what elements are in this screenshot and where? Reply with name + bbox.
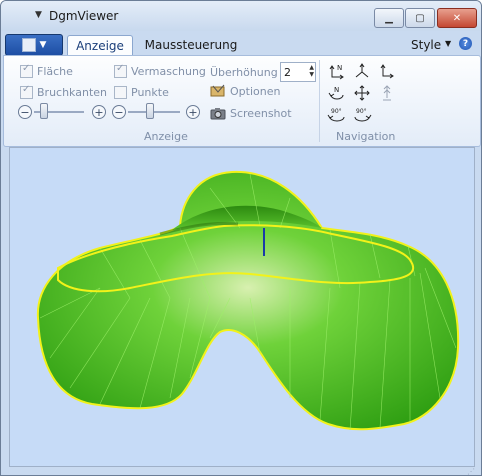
title-bar: ▼ DgmViewer ▁ ▢ ✕ <box>1 1 481 31</box>
minimize-icon: ▁ <box>385 12 393 24</box>
ribbon-tab-row: ▼ Anzeige Maussteuerung Style ▼ ? <box>1 31 481 56</box>
svg-text:N: N <box>334 86 339 94</box>
tab-anzeige[interactable]: Anzeige <box>67 35 133 56</box>
checkbox-label: Bruchkanten <box>37 86 108 99</box>
axes-2d-button[interactable] <box>377 62 397 80</box>
terrain-3d-view[interactable] <box>9 147 475 467</box>
checkbox-box[interactable] <box>20 84 33 99</box>
ueberhoehung-label: Überhöhung <box>210 66 278 79</box>
quick-access-menu-icon[interactable]: ▼ <box>35 10 42 20</box>
slider-right-thumb[interactable] <box>146 103 154 119</box>
pan-icon <box>354 85 370 101</box>
chevron-down-icon: ▼ <box>39 40 47 50</box>
document-icon <box>21 38 36 52</box>
checkbox-box[interactable] <box>20 63 33 78</box>
screenshot-label: Screenshot <box>230 106 292 120</box>
rotate-90-right-icon: 90° <box>354 108 372 122</box>
ueberhoehung-value[interactable]: 2 <box>281 66 291 79</box>
north-up-icon: N <box>329 64 344 80</box>
checkbox-box[interactable] <box>114 63 127 78</box>
options-icon <box>210 84 225 97</box>
pan-button[interactable] <box>352 84 372 102</box>
rotate-90-right-button[interactable]: 90° <box>352 106 372 124</box>
axes-3d-icon <box>355 63 369 78</box>
window-title: DgmViewer <box>49 9 119 23</box>
group-label-anzeige: Anzeige <box>144 130 188 143</box>
maximize-icon: ▢ <box>415 12 425 24</box>
checkbox-box[interactable] <box>114 86 127 99</box>
zoom-out-left-button[interactable]: − <box>18 105 32 119</box>
dgm-viewer-window: ▼ DgmViewer ▁ ▢ ✕ ▼ Anzeige Maussteuerun… <box>0 0 482 476</box>
checkbox-punkte[interactable]: Punkte <box>114 86 169 99</box>
svg-text:90°: 90° <box>331 108 342 115</box>
rotate-north-button[interactable]: N <box>327 84 347 102</box>
terrain-surface[interactable] <box>10 148 474 466</box>
axes-2d-icon <box>380 64 394 79</box>
checkbox-label: Fläche <box>37 65 73 78</box>
rotate-90-left-button[interactable]: 90° <box>327 106 347 124</box>
style-caret-icon[interactable]: ▼ <box>445 39 451 48</box>
vertical-exaggerate-button[interactable] <box>377 84 397 102</box>
close-button[interactable]: ✕ <box>437 8 477 28</box>
checkbox-label: Vermaschung <box>131 65 206 78</box>
rotate-90-left-icon: 90° <box>327 108 345 122</box>
optionen-label: Optionen <box>230 84 281 98</box>
rotate-north-icon: N <box>328 86 344 100</box>
north-up-button[interactable]: N <box>327 62 347 80</box>
slider-right-track[interactable] <box>128 111 180 113</box>
tab-maussteuerung[interactable]: Maussteuerung <box>141 35 241 55</box>
slider-left-thumb[interactable] <box>40 103 48 119</box>
ribbon-panel: Fläche Vermaschung Bruchkanten Punkte Üb… <box>3 55 481 147</box>
checkbox-bruchkanten[interactable]: Bruchkanten <box>20 84 108 99</box>
style-menu[interactable]: Style <box>411 38 441 52</box>
svg-text:N: N <box>337 64 342 72</box>
checkbox-vermaschung[interactable]: Vermaschung <box>114 63 206 78</box>
zoom-out-right-button[interactable]: − <box>112 105 126 119</box>
group-separator <box>319 60 320 142</box>
ueberhoehung-spinner[interactable]: 2 ▲ ▼ <box>280 62 316 82</box>
group-label-navigation: Navigation <box>336 130 396 143</box>
close-icon: ✕ <box>452 12 462 24</box>
application-menu-button[interactable]: ▼ <box>5 34 63 56</box>
spin-arrows-icon[interactable]: ▲ ▼ <box>309 64 314 78</box>
svg-text:90°: 90° <box>356 108 367 115</box>
zoom-in-left-button[interactable]: + <box>92 105 106 119</box>
minimize-button[interactable]: ▁ <box>374 8 404 28</box>
zoom-in-right-button[interactable]: + <box>186 105 200 119</box>
vertical-exaggerate-icon <box>383 85 391 101</box>
camera-icon <box>210 108 226 120</box>
help-icon[interactable]: ? <box>459 37 472 50</box>
optionen-button[interactable]: Optionen <box>210 84 280 98</box>
resize-grip-icon[interactable]: ⋰ <box>467 467 475 475</box>
axes-3d-button[interactable] <box>352 62 372 80</box>
screenshot-button[interactable]: Screenshot <box>210 106 292 120</box>
maximize-button[interactable]: ▢ <box>405 8 435 28</box>
checkbox-label: Punkte <box>131 86 169 99</box>
checkbox-flaeche[interactable]: Fläche <box>20 63 73 78</box>
